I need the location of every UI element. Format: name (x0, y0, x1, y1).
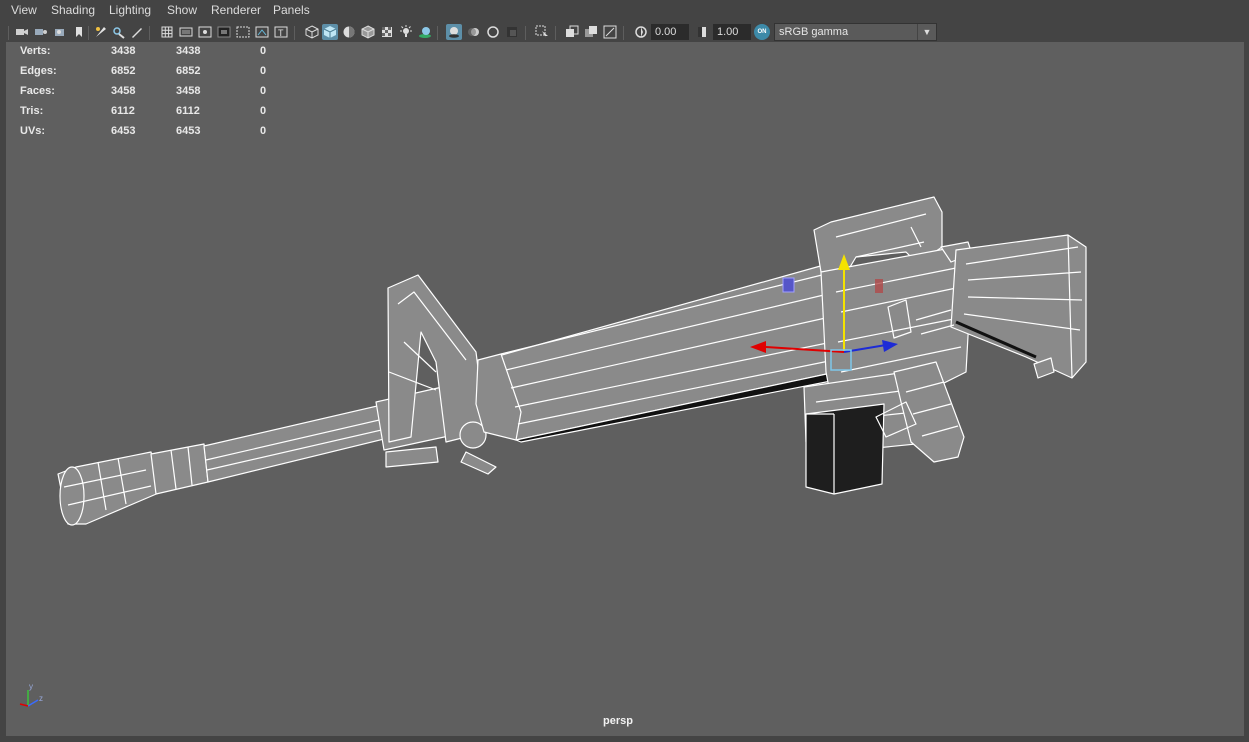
muzzle-ring (59, 466, 85, 526)
hud-value: 6852 (176, 65, 201, 77)
svg-text:T: T (278, 28, 284, 38)
colorspace-value: sRGB gamma (779, 26, 849, 38)
menu-panels[interactable]: Panels (273, 3, 310, 17)
hud-value: 0 (260, 45, 267, 57)
field-chart-icon[interactable] (235, 24, 251, 40)
panel-menubar: View Shading Lighting Show Renderer Pane… (0, 0, 1249, 22)
hud-value: 6112 (111, 105, 135, 117)
axis-label-z: z (39, 694, 43, 703)
hud-value: 0 (260, 65, 267, 77)
select-camera-icon[interactable] (14, 24, 30, 40)
hud-value: 0 (260, 105, 267, 117)
hud-label: Edges: (20, 65, 57, 77)
chevron-down-icon: ▼ (917, 24, 936, 40)
hud-value: 6112 (176, 105, 200, 117)
hud-row-faces: Faces: 3458 3458 0 (20, 85, 280, 99)
gamma-field[interactable]: 1.00 (713, 24, 751, 40)
grid-icon[interactable] (159, 24, 175, 40)
hud-value: 6852 (111, 65, 136, 77)
hud-value: 3438 (111, 45, 136, 57)
view-axis-icon: y z (19, 682, 43, 707)
wireframe-icon[interactable] (304, 24, 320, 40)
hud-label: UVs: (20, 125, 46, 137)
toolbar-separator (525, 26, 526, 40)
exposure-field[interactable]: 0.00 (651, 24, 689, 40)
toolbar-separator (8, 26, 9, 40)
grease-pencil-draw-icon[interactable] (129, 24, 145, 40)
isolate-select-icon[interactable] (534, 24, 550, 40)
depth-of-field-icon[interactable] (504, 24, 520, 40)
bookmarks-icon[interactable] (52, 24, 68, 40)
exposure-icon[interactable] (633, 24, 649, 40)
grease-pencil-icon[interactable] (111, 24, 127, 40)
smooth-shade-icon[interactable] (322, 24, 338, 40)
hud-label: Tris: (20, 105, 44, 117)
shadows-icon[interactable] (417, 24, 433, 40)
toolbar-separator (555, 26, 556, 40)
menu-shading[interactable]: Shading (51, 3, 95, 17)
safe-title-icon[interactable]: T (273, 24, 289, 40)
gamma-icon[interactable] (694, 24, 710, 40)
3d-viewport[interactable]: Verts: 3438 3438 0 Edges: 6852 6852 0 Fa… (6, 42, 1244, 736)
multisample-aa-icon[interactable] (485, 24, 501, 40)
hud-row-verts: Verts: 3438 3438 0 (20, 45, 280, 59)
hud-value: 0 (260, 125, 267, 137)
resolution-gate-icon[interactable] (197, 24, 213, 40)
menu-renderer[interactable]: Renderer (211, 3, 261, 17)
manipulator-plane-handle (875, 279, 883, 293)
barrel (203, 403, 393, 483)
hud-value: 6453 (176, 125, 201, 137)
magazine (805, 403, 885, 495)
rifle-wireframe-model[interactable] (6, 42, 1244, 736)
screen-space-ao-icon[interactable] (446, 24, 462, 40)
image-plane-icon[interactable] (71, 24, 87, 40)
use-all-lights-icon[interactable] (398, 24, 414, 40)
toolbar-separator (437, 26, 438, 40)
hud-value: 3438 (176, 45, 201, 57)
camera-attributes-icon[interactable] (33, 24, 49, 40)
2d-pan-zoom-icon[interactable] (93, 24, 109, 40)
hud-row-uvs: UVs: 6453 6453 0 (20, 125, 280, 139)
hud-row-edges: Edges: 6852 6852 0 (20, 65, 280, 79)
safe-action-icon[interactable] (254, 24, 270, 40)
maya-viewport-panel: View Shading Lighting Show Renderer Pane… (0, 0, 1249, 742)
colorspace-dropdown[interactable]: sRGB gamma ▼ (774, 23, 937, 41)
menu-view[interactable]: View (11, 3, 37, 17)
toolbar-separator (88, 26, 89, 40)
gate-mask-icon[interactable] (216, 24, 232, 40)
hud-value: 3458 (111, 85, 136, 97)
toolbar-separator (294, 26, 295, 40)
xray-joints-icon[interactable] (602, 24, 618, 40)
toolbar-separator (623, 26, 624, 40)
hud-label: Verts: (20, 45, 51, 57)
xray-icon[interactable] (564, 24, 580, 40)
hud-row-tris: Tris: 6112 6112 0 (20, 105, 280, 119)
barrel-front (150, 443, 209, 495)
manipulator-plane-handle (782, 277, 795, 293)
textured-icon[interactable] (379, 24, 395, 40)
hud-value: 0 (260, 85, 267, 97)
axis-label-y: y (29, 682, 33, 691)
motion-blur-icon[interactable] (466, 24, 482, 40)
wireframe-on-shaded-icon[interactable] (360, 24, 376, 40)
menu-lighting[interactable]: Lighting (109, 3, 151, 17)
menu-show[interactable]: Show (167, 3, 197, 17)
xray-active-components-icon[interactable] (583, 24, 599, 40)
color-management-icon[interactable]: ON (754, 24, 770, 40)
panel-toolbar: T 0.00 1.00 ON sRGB gamma ▼ (0, 22, 1249, 42)
hud-value: 6453 (111, 125, 136, 137)
hud-value: 3458 (176, 85, 201, 97)
toolbar-separator (149, 26, 150, 40)
camera-name-label: persp (603, 715, 633, 727)
film-gate-icon[interactable] (178, 24, 194, 40)
hud-label: Faces: (20, 85, 55, 97)
color-management-label: ON (757, 29, 767, 35)
default-material-icon[interactable] (341, 24, 357, 40)
